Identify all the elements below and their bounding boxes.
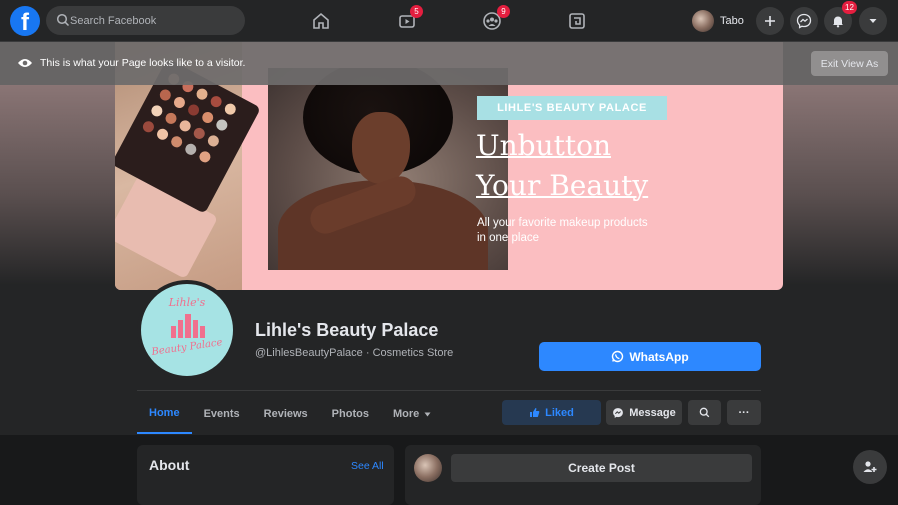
- nav-home[interactable]: [300, 0, 342, 42]
- account-menu-button[interactable]: [859, 7, 887, 35]
- whatsapp-button[interactable]: WhatsApp: [539, 342, 761, 371]
- palace-logo-icon: [171, 314, 205, 338]
- create-button[interactable]: [756, 7, 784, 35]
- page-profile-picture[interactable]: Lihle's Beauty Palace: [137, 280, 237, 380]
- whatsapp-icon: [612, 350, 624, 363]
- whatsapp-label: WhatsApp: [629, 349, 689, 364]
- profile-chip[interactable]: Tabo: [692, 7, 744, 35]
- notifications-badge: 12: [842, 1, 857, 14]
- top-navigation-bar: f 5 9 Tabo 12: [0, 0, 898, 42]
- nav-watch[interactable]: 5: [386, 0, 428, 42]
- tab-home-label: Home: [149, 407, 180, 419]
- cover-headline: Unbutton Your Beauty: [476, 126, 648, 206]
- exit-view-as-button[interactable]: Exit View As: [811, 51, 888, 76]
- notifications-button[interactable]: 12: [824, 1, 857, 35]
- page-title: Lihle's Beauty Palace: [255, 320, 439, 340]
- plus-icon: [765, 16, 775, 26]
- watch-badge: 5: [410, 5, 423, 18]
- tab-events[interactable]: Events: [192, 394, 252, 434]
- see-all-link[interactable]: See All: [351, 460, 384, 472]
- view-as-visitor-bar: This is what your Page looks like to a v…: [0, 42, 898, 85]
- message-button[interactable]: Message: [606, 400, 682, 425]
- facebook-logo-icon[interactable]: f: [10, 6, 40, 36]
- groups-badge: 9: [497, 5, 510, 18]
- about-card: About See All: [137, 445, 394, 505]
- contacts-icon: [863, 461, 877, 472]
- avatar: [414, 454, 442, 482]
- cover-subline: All your favorite makeup products in one…: [477, 217, 648, 244]
- view-as-message: This is what your Page looks like to a v…: [40, 57, 246, 69]
- model-photo: [268, 68, 508, 270]
- nav-gaming[interactable]: [556, 0, 598, 42]
- header-divider: [137, 390, 761, 391]
- messenger-icon: [796, 13, 812, 29]
- new-message-floating-button[interactable]: [853, 450, 887, 484]
- home-icon: [313, 12, 329, 29]
- nav-groups[interactable]: 9: [471, 0, 513, 42]
- post-composer-card: Create Post: [405, 445, 761, 505]
- page-handle: @LihlesBeautyPalace · Cosmetics Store: [255, 347, 454, 359]
- page-tabs: Home Events Reviews Photos More: [137, 394, 444, 434]
- messenger-button[interactable]: [790, 7, 818, 35]
- cover-headline-line-1: Unbutton: [476, 129, 611, 162]
- tab-home[interactable]: Home: [137, 394, 192, 434]
- cover-headline-line-2: Your Beauty: [476, 169, 649, 202]
- search-icon: [699, 407, 710, 418]
- bell-icon: [833, 16, 843, 28]
- caret-down-icon: [869, 19, 877, 23]
- page-header-panel: [0, 285, 898, 435]
- tab-more-label: More: [392, 408, 420, 420]
- tab-reviews-label: Reviews: [263, 408, 308, 420]
- messenger-icon: [613, 407, 624, 418]
- avatar: [692, 10, 714, 32]
- search-input[interactable]: [70, 6, 240, 35]
- caret-down-icon: [424, 412, 431, 416]
- more-options-icon: ···: [738, 406, 750, 419]
- thumbs-up-icon: [530, 408, 540, 417]
- about-title: About: [149, 457, 190, 473]
- create-post-button[interactable]: Create Post: [451, 454, 752, 482]
- tab-events-label: Events: [203, 408, 240, 420]
- more-options-button[interactable]: ···: [727, 400, 761, 425]
- tab-reviews[interactable]: Reviews: [252, 394, 320, 434]
- liked-label: Liked: [545, 406, 574, 419]
- message-label: Message: [629, 406, 676, 419]
- profile-logo-bottom: Beauty Palace: [150, 337, 224, 358]
- eye-icon: [18, 59, 32, 67]
- tab-photos-label: Photos: [331, 408, 369, 420]
- search-box[interactable]: [46, 6, 245, 35]
- gaming-icon: [569, 13, 585, 29]
- page-search-button[interactable]: [688, 400, 721, 425]
- search-icon: [56, 13, 70, 27]
- tab-photos[interactable]: Photos: [320, 394, 381, 434]
- tab-more[interactable]: More: [381, 394, 444, 434]
- profile-logo-top: Lihle's: [168, 296, 206, 309]
- cover-brand-tag: LIHLE'S BEAUTY PALACE: [477, 96, 667, 120]
- profile-name: Tabo: [720, 15, 744, 27]
- liked-button[interactable]: Liked: [502, 400, 601, 425]
